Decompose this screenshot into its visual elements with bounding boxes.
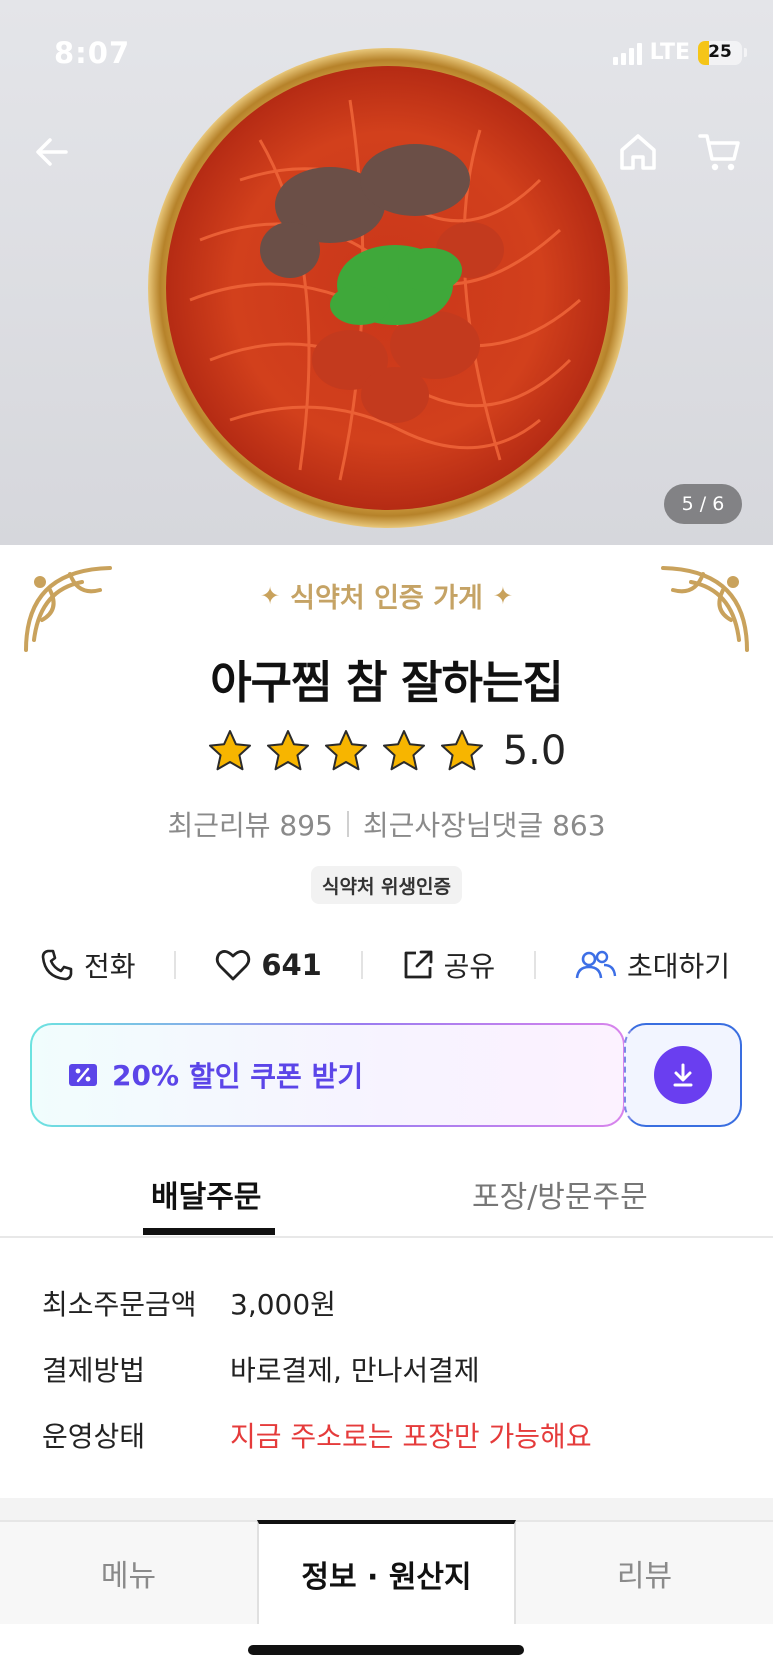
review-counts[interactable]: 최근리뷰 895 최근사장님댓글 863 [0, 804, 773, 844]
hero-image[interactable]: 8:07 LTE 25 5 / 6 [0, 0, 773, 545]
star-icon [382, 730, 425, 771]
share-button[interactable]: 공유 [402, 945, 496, 985]
home-indicator [248, 1645, 524, 1655]
order-type-tabs: 배달주문 포장/방문주문 [0, 1164, 773, 1238]
network-label: LTE [649, 40, 690, 65]
people-icon [575, 950, 617, 979]
home-button[interactable] [610, 124, 666, 180]
info-key: 운영상태 [42, 1420, 146, 1453]
action-row: 전화 641 공유 초대하기 [40, 940, 730, 990]
info-row-min-order: 최소주문금액 3,000원 [42, 1283, 592, 1349]
cart-button[interactable] [692, 124, 748, 180]
coupon-label: 할인 쿠폰 받기 [189, 1060, 364, 1093]
info-row-payment: 결제방법 바로결제, 만나서결제 [42, 1349, 592, 1415]
home-icon [620, 134, 656, 170]
info-key: 결제방법 [42, 1354, 146, 1387]
star-icon [208, 730, 251, 771]
divider [174, 951, 177, 979]
info-key: 최소주문금액 [42, 1288, 197, 1321]
like-button[interactable]: 641 [215, 948, 322, 982]
share-icon [404, 950, 433, 979]
tab-menu[interactable]: 메뉴 [0, 1520, 257, 1624]
rating-stars [207, 728, 485, 774]
owner-replies[interactable]: 최근사장님댓글 863 [363, 804, 606, 844]
status-time: 8:07 [54, 36, 131, 70]
order-info: 최소주문금액 3,000원 결제방법 바로결제, 만나서결제 운영상태 지금 주… [42, 1283, 592, 1481]
back-button[interactable] [24, 124, 80, 180]
rating-row: 5.0 [0, 728, 773, 774]
like-count: 641 [261, 948, 322, 982]
tab-delivery[interactable]: 배달주문 [151, 1172, 261, 1216]
signal-icon [612, 41, 642, 65]
hygiene-badge[interactable]: 식약처 위생인증 [311, 866, 462, 904]
divider [534, 951, 537, 979]
battery-percent: 25 [708, 41, 732, 62]
rating-value: 5.0 [502, 728, 567, 774]
invite-label: 초대하기 [626, 950, 730, 983]
store-name: 아구찜 참 잘하는집 [210, 656, 564, 709]
share-label: 공유 [443, 950, 496, 983]
call-label: 전화 [84, 950, 136, 983]
status-indicators: LTE 25 [612, 40, 747, 65]
food-photo [148, 48, 628, 528]
call-button[interactable]: 전화 [40, 945, 136, 985]
coupon-percent-icon [69, 1064, 97, 1086]
tab-info[interactable]: 정보 · 원산지 [257, 1520, 516, 1624]
download-circle [654, 1046, 712, 1104]
cart-icon [698, 134, 740, 171]
info-value: 3,000원 [230, 1288, 336, 1321]
tab-pickup[interactable]: 포장/방문주문 [472, 1172, 648, 1216]
certification-banner: ✦ 식약처 인증 가게 ✦ [0, 576, 773, 615]
coupon-content: 20% 할인 쿠폰 받기 [32, 1025, 623, 1125]
coupon-download-button[interactable] [624, 1023, 742, 1127]
star-icon [440, 730, 483, 771]
info-value: 바로결제, 만나서결제 [230, 1354, 480, 1387]
coupon-banner[interactable]: 20% 할인 쿠폰 받기 [30, 1023, 625, 1127]
section-divider [0, 1498, 773, 1520]
content-tabs: 메뉴 정보 · 원산지 리뷰 [0, 1520, 773, 1624]
image-counter: 5 / 6 [664, 484, 742, 524]
battery-icon: 25 [698, 40, 742, 65]
phone-icon [41, 949, 73, 981]
active-tab-indicator [143, 1228, 275, 1235]
info-row-status: 운영상태 지금 주소로는 포장만 가능해요 [42, 1415, 592, 1481]
divider [346, 811, 349, 837]
coupon-percent: 20% [112, 1058, 180, 1092]
sparkle-icon: ✦ [492, 581, 513, 610]
star-icon [266, 730, 309, 771]
tab-reviews[interactable]: 리뷰 [516, 1520, 773, 1624]
download-icon [673, 1063, 693, 1087]
divider [360, 951, 363, 979]
status-warning: 지금 주소로는 포장만 가능해요 [230, 1420, 592, 1453]
certification-label: 식약처 인증 가게 [290, 583, 483, 614]
invite-button[interactable]: 초대하기 [575, 945, 730, 985]
recent-reviews[interactable]: 최근리뷰 895 [167, 804, 332, 844]
heart-icon [216, 950, 251, 981]
star-icon [324, 730, 367, 771]
back-arrow-icon [36, 138, 68, 166]
battery-tip [744, 48, 747, 57]
sparkle-icon: ✦ [260, 581, 281, 610]
